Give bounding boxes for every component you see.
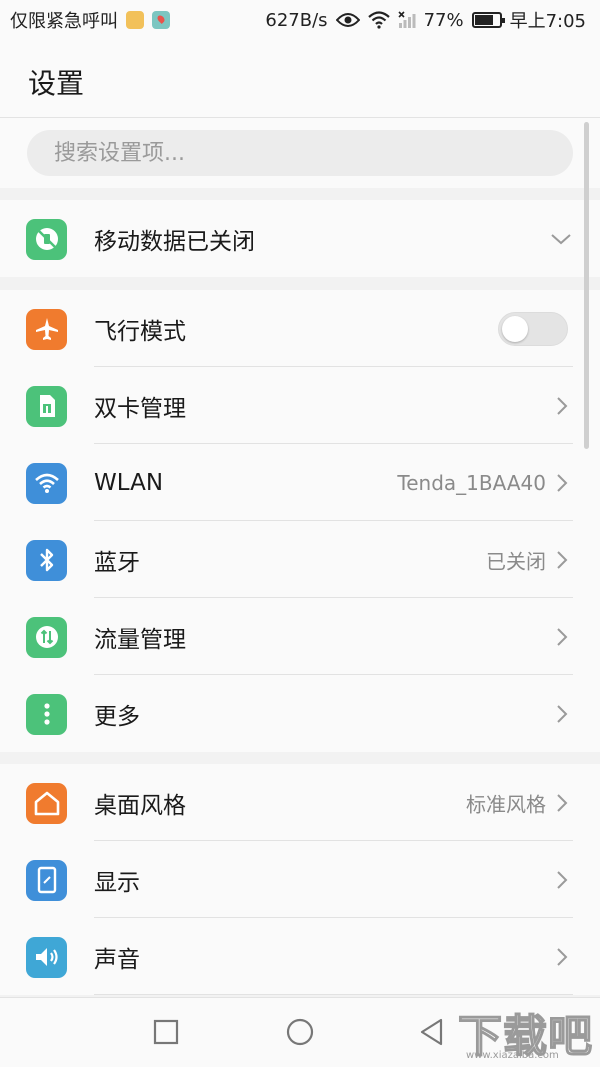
settings-item-label: 更多 (94, 703, 140, 730)
connectivity-section: 飞行模式 双卡管理 WLAN Tenda_1BAA40 蓝牙 已关闭 流量管理 … (0, 290, 600, 752)
wlan-network-value: Tenda_1BAA40 (397, 470, 546, 495)
eye-icon (335, 12, 360, 28)
divider (94, 994, 573, 995)
settings-item-label: 桌面风格 (94, 792, 186, 819)
mobile-data-section: 移动数据已关闭 (0, 200, 600, 277)
title-bar: 设置 (0, 40, 600, 118)
net-speed-text: 627B/s (265, 9, 328, 31)
settings-item-label: WLAN (94, 469, 164, 496)
settings-item-home-style[interactable]: 桌面风格 标准风格 (0, 764, 600, 841)
settings-item-data-usage[interactable]: 流量管理 (0, 598, 600, 675)
battery-icon (471, 12, 505, 28)
search-container (0, 118, 600, 188)
settings-item-label: 双卡管理 (94, 395, 186, 422)
chevron-right-icon (552, 396, 572, 416)
bluetooth-status-value: 已关闭 (486, 549, 546, 573)
carrier-text: 仅限紧急呼叫 (10, 11, 118, 32)
mobile-data-row[interactable]: 移动数据已关闭 (0, 200, 600, 277)
sound-icon (26, 936, 67, 978)
settings-item-label: 流量管理 (94, 626, 186, 653)
status-bar: 仅限紧急呼叫 627B/s 77% 早上7:05 (0, 0, 600, 40)
device-section: 桌面风格 标准风格 显示 声音 (0, 764, 600, 995)
wifi-icon (26, 462, 67, 504)
display-icon (26, 859, 67, 901)
settings-item-dual-sim[interactable]: 双卡管理 (0, 367, 600, 444)
home-style-icon (26, 782, 67, 824)
mobile-data-off-icon (26, 218, 67, 260)
battery-percent-text: 77% (423, 9, 464, 31)
back-button[interactable] (414, 1014, 450, 1050)
notification-app-icon (126, 11, 144, 29)
clock-text: 早上7:05 (509, 11, 586, 32)
recent-apps-button[interactable] (148, 1014, 184, 1050)
signal-off-icon (397, 11, 416, 29)
chevron-down-icon[interactable] (550, 229, 571, 249)
data-usage-icon (26, 616, 67, 658)
chevron-right-icon (552, 870, 572, 890)
airplane-mode-toggle[interactable] (498, 311, 568, 346)
mobile-data-label: 移动数据已关闭 (94, 228, 255, 255)
settings-item-label: 蓝牙 (94, 549, 140, 576)
bluetooth-icon (26, 539, 67, 581)
home-button[interactable] (282, 1014, 318, 1050)
page-title: 设置 (28, 67, 85, 100)
home-style-value: 标准风格 (466, 792, 546, 816)
chevron-right-icon (552, 947, 572, 967)
more-icon (26, 693, 67, 735)
settings-item-sound[interactable]: 声音 (0, 918, 600, 995)
wifi-status-icon (367, 11, 390, 29)
airplane-icon (26, 308, 67, 350)
location-app-icon (152, 11, 170, 29)
chevron-right-icon (552, 473, 572, 493)
watermark: 下载吧 www.xiazaiba.com (457, 1000, 600, 1067)
settings-item-label: 飞行模式 (94, 318, 186, 345)
settings-item-wlan[interactable]: WLAN Tenda_1BAA40 (0, 444, 600, 521)
settings-item-label: 声音 (94, 946, 140, 973)
watermark-url: www.xiazaiba.com (466, 1050, 559, 1061)
settings-item-airplane-mode[interactable]: 飞行模式 (0, 290, 600, 367)
settings-item-bluetooth[interactable]: 蓝牙 已关闭 (0, 521, 600, 598)
chevron-right-icon (552, 793, 572, 813)
search-input[interactable] (27, 130, 573, 176)
settings-item-label: 显示 (94, 869, 140, 896)
sim-card-icon (26, 385, 67, 427)
chevron-right-icon (552, 550, 572, 570)
scrollbar[interactable] (584, 122, 589, 449)
settings-item-more[interactable]: 更多 (0, 675, 600, 752)
chevron-right-icon (552, 627, 572, 647)
settings-item-display[interactable]: 显示 (0, 841, 600, 918)
chevron-right-icon (552, 704, 572, 724)
toggle-knob (502, 315, 528, 342)
